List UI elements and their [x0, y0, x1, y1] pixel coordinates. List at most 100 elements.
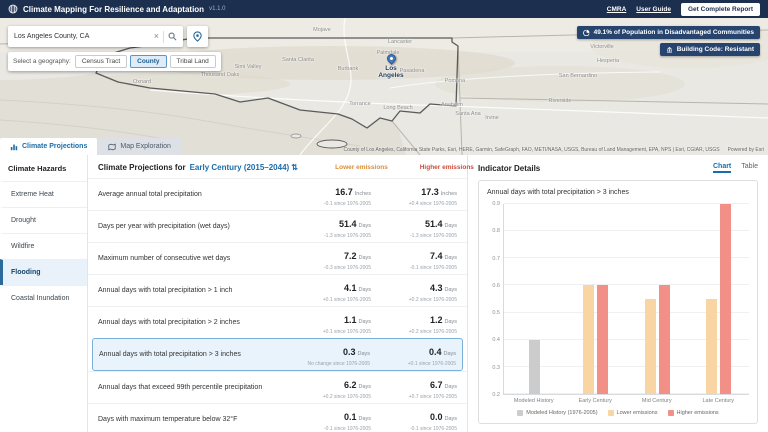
nav-link-cmra[interactable]: CMRA — [607, 6, 627, 13]
legend-label: Higher emissions — [676, 410, 719, 416]
projection-row-maximum-number-of-consecutive-wet-days[interactable]: Maximum number of consecutive wet days 7.… — [88, 242, 467, 274]
projection-row-days-per-year-with-precipitation-wet-days[interactable]: Days per year with precipitation (wet da… — [88, 210, 467, 242]
column-headers: Lower emissions Higher emissions — [302, 164, 474, 171]
value: 7.2 — [343, 251, 357, 261]
clear-search-icon[interactable]: × — [154, 32, 159, 41]
delta: -1.3 since 1976-2005 — [410, 233, 457, 239]
search-icon[interactable] — [168, 32, 177, 41]
projection-lower-cell: 51.4 Days -1.3 since 1976-2005 — [285, 214, 371, 239]
chart-bar-group-early-century — [565, 204, 626, 394]
projection-row-label: Days with maximum temperature below 32°F — [98, 416, 238, 423]
sidebar-item-wildfire[interactable]: Wildfire — [0, 233, 87, 259]
projection-row-label: Annual days with total precipitation > 2… — [98, 319, 240, 326]
legend-label: Modeled History (1976-2005) — [526, 410, 598, 416]
map-pin: Los Angeles — [378, 52, 404, 79]
projection-row-average-annual-total-precipitation[interactable]: Average annual total precipitation 16.7 In… — [88, 178, 467, 210]
unit: Days — [358, 416, 371, 422]
projection-higher-cell: 0.0 Days -0.1 since 1976-2005 — [371, 407, 457, 432]
chart-icon — [10, 143, 18, 151]
delta: No change since 1976-2005 — [307, 361, 370, 367]
sidebar-item-coastal-inundation[interactable]: Coastal Inundation — [0, 285, 87, 311]
legend-swatch — [607, 410, 614, 416]
badge-label: 49.1% of Population in Disadvantaged Com… — [593, 29, 754, 36]
projection-row-annual-days-with-total-precipitation-2-inches[interactable]: Annual days with total precipitation > 2… — [88, 306, 467, 338]
building-code-badge[interactable]: Building Code: Resistant — [659, 43, 760, 56]
chart-legend: Modeled History (1976-2005) Lower emissio… — [487, 404, 749, 418]
chart-plot — [503, 203, 749, 395]
map-icon — [108, 143, 116, 151]
pie-chart-icon — [582, 29, 590, 36]
chart-bar — [597, 285, 609, 394]
projection-row-days-with-maximum-temperature-below-32-f[interactable]: Days with maximum temperature below 32°F… — [88, 403, 467, 432]
app-title: Climate Mapping For Resilience and Adapt… — [23, 4, 205, 14]
content-area: Climate Hazards Extreme Heat Drought Wildf… — [0, 155, 768, 432]
unit: Days — [358, 319, 371, 325]
bar-chart: 0.2 0.3 0.4 0.5 0.6 0.7 0.8 0.9 — [487, 201, 749, 398]
projection-lower-cell: 1.1 Days +0.1 since 1976-2005 — [285, 310, 371, 335]
period-dropdown[interactable]: Early Century (2015–2044) ⇅ — [190, 163, 298, 172]
nav-link-user-guide[interactable]: User Guide — [636, 6, 671, 13]
projection-row-label: Average annual total precipitation — [98, 191, 202, 198]
cmra-app: Climate Mapping For Resilience and Adapt… — [0, 0, 768, 432]
projection-row-annual-days-with-total-precipitation-1-inch[interactable]: Annual days with total precipitation > 1… — [88, 274, 467, 306]
search-value: Los Angeles County, CA — [14, 33, 90, 40]
value: 0.1 — [343, 412, 357, 422]
powered-by: Powered by Esri — [727, 147, 764, 153]
value: 0.0 — [429, 412, 443, 422]
geography-option-county[interactable]: County — [130, 55, 167, 68]
value: 4.3 — [429, 283, 443, 293]
geography-selector: Select a geography: Census Tract County Tr… — [8, 52, 221, 71]
higher-emissions-header: Higher emissions — [419, 164, 474, 171]
projection-row-label: Maximum number of consecutive wet days — [98, 255, 231, 262]
search-input[interactable]: Los Angeles County, CA × — [8, 26, 183, 47]
get-complete-report-button[interactable]: Get Complete Report — [680, 2, 760, 16]
indicator-details-panel: Indicator Details Chart Table Annual days… — [468, 155, 768, 432]
unit: Inches — [354, 191, 371, 197]
delta: -0.1 since 1976-2005 — [410, 426, 457, 432]
delta: -0.1 since 1976-2005 — [410, 265, 457, 271]
map-canvas[interactable]: Mojave Lancaster Palmdale Santa Clarita Simi… — [0, 18, 768, 155]
projection-row-label: Annual days with total precipitation > 1… — [98, 287, 233, 294]
geography-option-tribal-land[interactable]: Tribal Land — [169, 55, 216, 68]
chart-bar-group-late-century — [688, 204, 749, 394]
y-axis-tick: 0.6 — [492, 282, 500, 289]
x-axis-label: Mid Century — [641, 398, 672, 404]
projection-row-label: Annual days with total precipitation > 3… — [99, 351, 241, 358]
delta: +0.1 since 1976-2005 — [322, 297, 371, 303]
delta: +0.2 since 1976-2005 — [408, 297, 457, 303]
delta: +0.7 since 1976-2005 — [408, 394, 457, 400]
divider — [163, 30, 164, 43]
projection-lower-cell: 6.2 Days +0.2 since 1976-2005 — [285, 375, 371, 400]
sidebar-item-drought[interactable]: Drought — [0, 207, 87, 233]
projection-lower-cell: 0.3 Days No change since 1976-2005 — [284, 342, 370, 367]
geography-option-census-tract[interactable]: Census Tract — [74, 55, 128, 68]
lower-emissions-header: Lower emissions — [335, 164, 388, 171]
sidebar-item-flooding[interactable]: Flooding — [0, 259, 87, 285]
locate-button[interactable] — [187, 26, 208, 47]
legend-item-modeled-history-1976-2005: Modeled History (1976-2005) — [517, 410, 598, 416]
chart-bar — [719, 204, 731, 394]
unit: Days — [444, 319, 457, 325]
projection-higher-cell: 1.2 Days +0.2 since 1976-2005 — [371, 310, 457, 335]
projection-row-annual-days-that-exceed-99th-percentile-precipitation[interactable]: Annual days that exceed 99th percentile … — [88, 371, 467, 403]
details-tab-table[interactable]: Table — [741, 163, 758, 173]
projection-lower-cell: 0.1 Days -0.1 since 1976-2005 — [285, 407, 371, 432]
unit: Days — [444, 223, 457, 229]
details-tab-chart[interactable]: Chart — [712, 163, 732, 173]
sort-arrows-icon: ⇅ — [291, 163, 298, 172]
delta: +0.2 since 1976-2005 — [322, 394, 371, 400]
tab-climate-projections[interactable]: Climate Projections — [0, 138, 98, 155]
sidebar-item-extreme-heat[interactable]: Extreme Heat — [0, 181, 87, 207]
legend-label: Lower emissions — [616, 410, 658, 416]
bar-groups — [504, 204, 749, 394]
value: 51.4 — [338, 219, 357, 229]
y-axis-tick: 0.8 — [492, 228, 500, 235]
geography-label: Select a geography: — [13, 58, 71, 65]
projection-row-annual-days-with-total-precipitation-3-inches[interactable]: Annual days with total precipitation > 3… — [92, 338, 463, 371]
unit: Days — [358, 384, 371, 390]
projection-lower-cell: 4.1 Days +0.1 since 1976-2005 — [285, 278, 371, 303]
disadvantaged-communities-badge[interactable]: 49.1% of Population in Disadvantaged Com… — [576, 26, 760, 39]
y-axis-tick: 0.5 — [492, 310, 500, 317]
unit: Days — [444, 384, 457, 390]
tab-map-exploration[interactable]: Map Exploration — [98, 138, 181, 155]
